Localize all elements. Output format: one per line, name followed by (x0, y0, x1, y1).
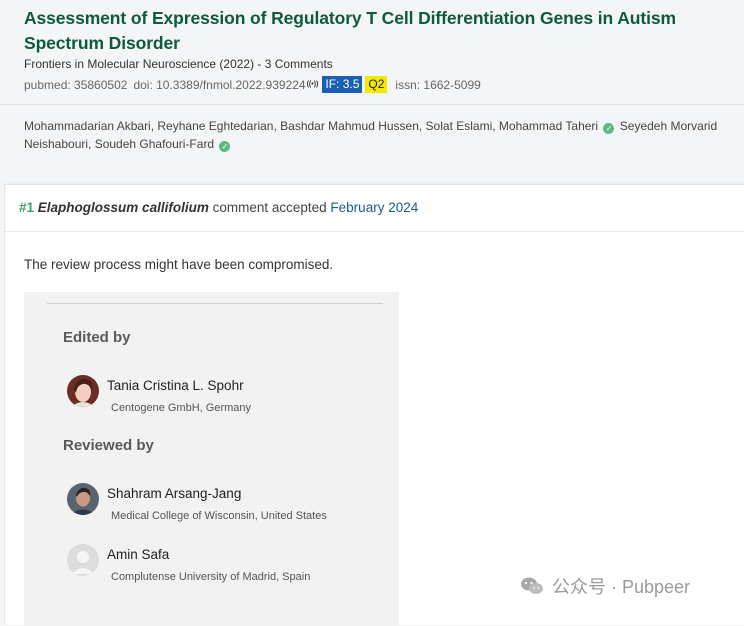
reviewer-entry: Amin Safa Complutense University of Madr… (67, 544, 387, 584)
comment-action: comment accepted (212, 200, 327, 215)
comment-author[interactable]: Elaphoglossum callifolium (38, 200, 209, 215)
comment-body: The review process might have been compr… (24, 257, 334, 272)
author-list: Mohammadarian Akbari, Reyhane Eghtedaria… (24, 117, 729, 153)
doi-link[interactable]: doi: 10.3389/fnmol.2022.939224 (133, 78, 305, 92)
editor-avatar (67, 375, 99, 407)
quartile-badge: Q2 (365, 76, 388, 93)
comment-date[interactable]: February 2024 (330, 200, 418, 215)
editor-entry: Tania Cristina L. Spohr Centogene GmbH, … (67, 375, 387, 415)
article-header: Assessment of Expression of Regulatory T… (0, 0, 744, 186)
header-divider (0, 104, 744, 105)
verified-check-icon: ✓ (219, 141, 231, 152)
reviewer-avatar-placeholder (67, 544, 99, 576)
panel-divider (47, 303, 383, 304)
embedded-screenshot-panel: Edited by Tania Cristina L. Spohr Centog… (24, 292, 399, 626)
issn-text: issn: 1662-5099 (395, 77, 481, 92)
altmetric-icon[interactable]: ((•)) (307, 81, 319, 88)
pubmed-link[interactable]: pubmed: 35860502 (24, 78, 127, 92)
edited-by-heading: Edited by (63, 329, 131, 346)
reviewer-entry: Shahram Arsang-Jang Medical College of W… (67, 483, 387, 523)
wechat-icon (521, 577, 543, 594)
comment-header: #1 Elaphoglossum callifolium comment acc… (19, 200, 418, 215)
reviewer-name: Shahram Arsang-Jang (107, 486, 242, 501)
impact-factor-badge: IF: 3.5 (322, 76, 363, 93)
watermark-text: 公众号 · Pubpeer (552, 577, 691, 597)
watermark: 公众号 · Pubpeer (520, 573, 690, 599)
verified-check-icon: ✓ (603, 123, 615, 134)
reviewer-name: Amin Safa (107, 547, 170, 562)
article-title[interactable]: Assessment of Expression of Regulatory T… (24, 6, 734, 56)
journal-info: Frontiers in Molecular Neuroscience (202… (24, 57, 333, 71)
reviewer-affiliation: Medical College of Wisconsin, United Sta… (111, 510, 327, 522)
article-identifiers: pubmed: 35860502 doi: 10.3389/fnmol.2022… (24, 76, 481, 93)
reviewed-by-heading: Reviewed by (63, 437, 154, 454)
reviewer-affiliation: Complutense University of Madrid, Spain (111, 571, 311, 583)
editor-affiliation: Centogene GmbH, Germany (111, 402, 252, 414)
comment-divider (5, 231, 744, 232)
authors-text-1[interactable]: Mohammadarian Akbari, Reyhane Eghtedaria… (24, 119, 598, 133)
comment-card: #1 Elaphoglossum callifolium comment acc… (4, 184, 744, 626)
reviewer-avatar (67, 483, 99, 515)
comment-number[interactable]: #1 (19, 200, 34, 215)
editor-name: Tania Cristina L. Spohr (107, 378, 244, 393)
